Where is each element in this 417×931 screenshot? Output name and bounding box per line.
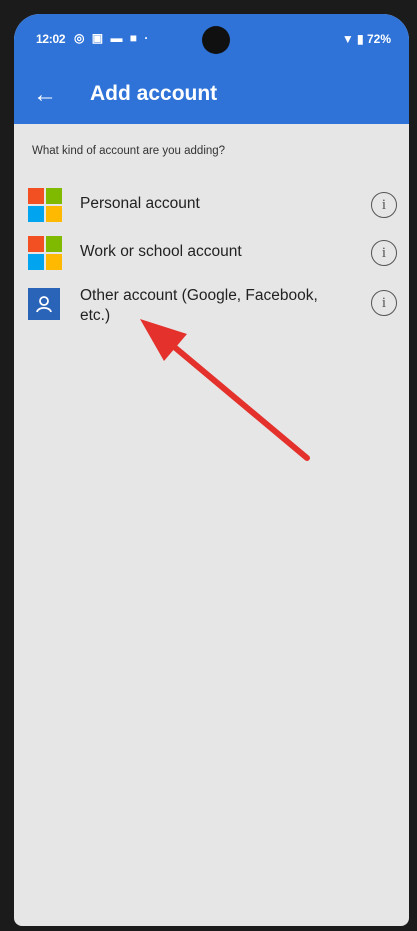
annotation-arrow-icon <box>140 319 310 461</box>
